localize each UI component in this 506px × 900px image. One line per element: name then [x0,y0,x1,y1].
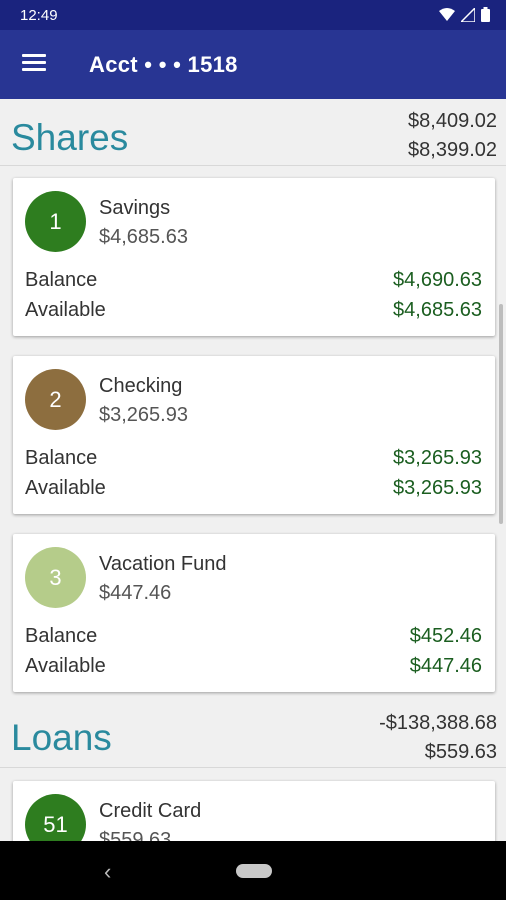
account-number-badge: 2 [25,369,86,430]
account-number-badge: 3 [25,547,86,608]
system-nav-bar: ‹ [0,841,506,900]
account-amount: $4,685.63 [99,226,188,248]
available-value: $447.46 [409,655,482,677]
account-card-vacation-fund[interactable]: 3 Vacation Fund $447.46 Balance $452.46 … [13,534,495,692]
shares-total-available: $8,399.02 [408,139,497,161]
battery-icon [481,7,490,22]
status-time: 12:49 [20,7,58,24]
available-label: Available [25,299,106,321]
page-title: Acct • • • 1518 [89,52,238,77]
loans-total-available: $559.63 [424,741,497,763]
menu-icon[interactable] [22,54,46,74]
shares-header: Shares $8,409.02 $8,399.02 [0,99,506,166]
account-name: Checking [99,375,183,397]
account-amount: $3,265.93 [99,404,188,426]
available-label: Available [25,477,106,499]
account-name: Credit Card [99,800,202,822]
home-pill[interactable] [236,864,272,878]
status-icons [439,7,490,22]
account-amount: $447.46 [99,582,172,604]
status-bar: 12:49 [0,0,506,30]
balance-value: $452.46 [409,625,482,647]
account-card-checking[interactable]: 2 Checking $3,265.93 Balance $3,265.93 A… [13,356,495,514]
balance-value: $3,265.93 [393,447,482,469]
accounts-list[interactable]: Shares $8,409.02 $8,399.02 1 Savings $4,… [0,99,506,841]
account-number-badge: 1 [25,191,86,252]
balance-label: Balance [25,447,98,469]
available-value: $3,265.93 [393,477,482,499]
balance-label: Balance [25,625,98,647]
loans-header: Loans -$138,388.68 $559.63 [0,701,506,768]
account-number-badge: 51 [25,794,86,841]
loans-total-balance: -$138,388.68 [379,712,497,734]
loans-totals: -$138,388.68 $559.63 [379,709,497,767]
shares-totals: $8,409.02 $8,399.02 [408,107,497,165]
account-card-credit-card[interactable]: 51 Credit Card $559.63 [13,781,495,841]
signal-icon [461,7,475,22]
back-icon[interactable]: ‹ [104,859,111,885]
shares-title: Shares [11,117,129,158]
balance-value: $4,690.63 [393,269,482,291]
loans-title: Loans [11,717,112,758]
shares-total-balance: $8,409.02 [408,110,497,132]
account-amount: $559.63 [99,829,172,841]
scrollbar[interactable] [499,304,503,524]
account-name: Savings [99,197,171,219]
available-label: Available [25,655,106,677]
available-value: $4,685.63 [393,299,482,321]
account-card-savings[interactable]: 1 Savings $4,685.63 Balance $4,690.63 Av… [13,178,495,336]
app-bar: Acct • • • 1518 [0,30,506,99]
wifi-icon [439,7,455,21]
account-name: Vacation Fund [99,553,227,575]
balance-label: Balance [25,269,98,291]
